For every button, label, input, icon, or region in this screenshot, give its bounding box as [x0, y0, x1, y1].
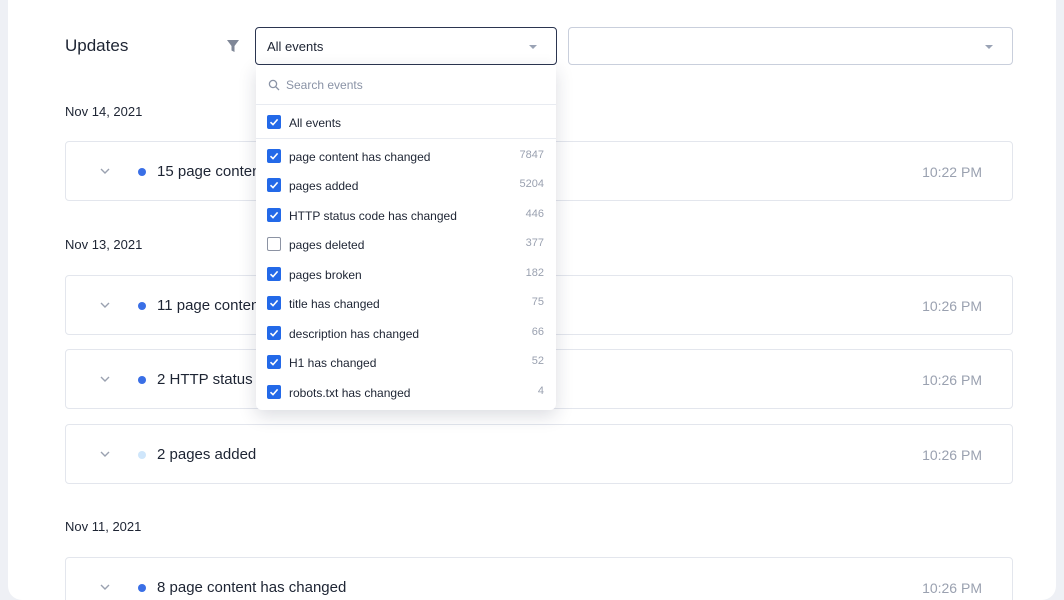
- option-label: pages broken: [289, 268, 362, 282]
- option-count: 5204: [519, 178, 544, 190]
- checkmark-icon: [269, 388, 279, 396]
- status-dot: [138, 376, 146, 384]
- caret-down-icon: [529, 45, 537, 49]
- option-checkbox[interactable]: [267, 237, 281, 251]
- option-label: robots.txt has changed: [289, 386, 411, 400]
- event-type-select-value: All events: [267, 39, 324, 54]
- event-time: 10:26 PM: [922, 580, 982, 596]
- caret-down-icon: [985, 45, 993, 49]
- filter-icon[interactable]: [226, 39, 240, 53]
- option-checkbox[interactable]: [267, 296, 281, 310]
- option-count: 182: [525, 267, 544, 279]
- option-checkbox[interactable]: [267, 208, 281, 222]
- option-count: 4: [537, 385, 544, 397]
- checkmark-icon: [269, 118, 279, 126]
- checkmark-icon: [269, 329, 279, 337]
- all-events-checkbox[interactable]: [267, 115, 281, 129]
- chevron-down-icon[interactable]: [100, 300, 110, 310]
- event-time: 10:26 PM: [922, 447, 982, 463]
- option-row[interactable]: HTTP status code has changed 446: [256, 200, 556, 229]
- option-count: 52: [531, 355, 544, 367]
- option-label: pages deleted: [289, 238, 365, 252]
- option-count: 7847: [519, 149, 544, 161]
- date-heading: Nov 13, 2021: [65, 237, 143, 252]
- option-checkbox[interactable]: [267, 267, 281, 281]
- checkmark-icon: [269, 270, 279, 278]
- chevron-down-icon[interactable]: [100, 582, 110, 592]
- event-row[interactable]: 8 page content has changed 10:26 PM: [65, 557, 1013, 600]
- updates-panel: Updates All events Nov 14, 2021 15 page …: [8, 0, 1056, 600]
- status-dot: [138, 451, 146, 459]
- option-all-events[interactable]: All events: [256, 105, 556, 139]
- option-label: HTTP status code has changed: [289, 209, 457, 223]
- option-row[interactable]: page content has changed 7847: [256, 141, 556, 170]
- event-label: 8 page content has changed: [157, 579, 347, 596]
- option-checkbox[interactable]: [267, 385, 281, 399]
- option-checkbox[interactable]: [267, 326, 281, 340]
- option-label: description has changed: [289, 327, 420, 341]
- chevron-down-icon[interactable]: [100, 166, 110, 176]
- option-label: pages added: [289, 179, 359, 193]
- search-icon: [268, 79, 280, 91]
- option-row[interactable]: description has changed 66: [256, 318, 556, 347]
- date-heading: Nov 14, 2021: [65, 104, 143, 119]
- option-label: All events: [289, 116, 342, 130]
- checkmark-icon: [269, 211, 279, 219]
- option-label: title has changed: [289, 297, 380, 311]
- option-row[interactable]: robots.txt has changed 4: [256, 377, 556, 406]
- option-row[interactable]: pages broken 182: [256, 259, 556, 288]
- event-time: 10:26 PM: [922, 372, 982, 388]
- option-row[interactable]: pages deleted 377: [256, 229, 556, 258]
- option-checkbox[interactable]: [267, 149, 281, 163]
- option-count: 75: [531, 296, 544, 308]
- event-time: 10:26 PM: [922, 298, 982, 314]
- option-label: page content has changed: [289, 150, 431, 164]
- date-heading: Nov 11, 2021: [65, 519, 142, 534]
- checkmark-icon: [269, 358, 279, 366]
- event-row[interactable]: 2 pages added 10:26 PM: [65, 424, 1013, 484]
- option-row[interactable]: title has changed 75: [256, 288, 556, 317]
- search-events-input[interactable]: [286, 75, 536, 95]
- status-dot: [138, 168, 146, 176]
- secondary-select[interactable]: [568, 27, 1013, 65]
- chevron-down-icon[interactable]: [100, 374, 110, 384]
- event-type-select[interactable]: All events: [255, 27, 557, 65]
- page-title: Updates: [65, 36, 129, 55]
- event-filter-dropdown: All events page content has changed 7847…: [256, 65, 556, 410]
- status-dot: [138, 584, 146, 592]
- option-row[interactable]: pages added 5204: [256, 170, 556, 199]
- option-count: 66: [531, 326, 544, 338]
- checkmark-icon: [269, 299, 279, 307]
- status-dot: [138, 302, 146, 310]
- chevron-down-icon[interactable]: [100, 449, 110, 459]
- option-row[interactable]: H1 has changed 52: [256, 347, 556, 376]
- option-checkbox[interactable]: [267, 355, 281, 369]
- event-label: 2 pages added: [157, 446, 257, 463]
- option-count: 446: [525, 208, 544, 220]
- event-search: [256, 65, 556, 105]
- option-checkbox[interactable]: [267, 178, 281, 192]
- option-label: H1 has changed: [289, 356, 377, 370]
- event-time: 10:22 PM: [922, 164, 982, 180]
- checkmark-icon: [269, 152, 279, 160]
- option-count: 377: [525, 237, 544, 249]
- checkmark-icon: [269, 181, 279, 189]
